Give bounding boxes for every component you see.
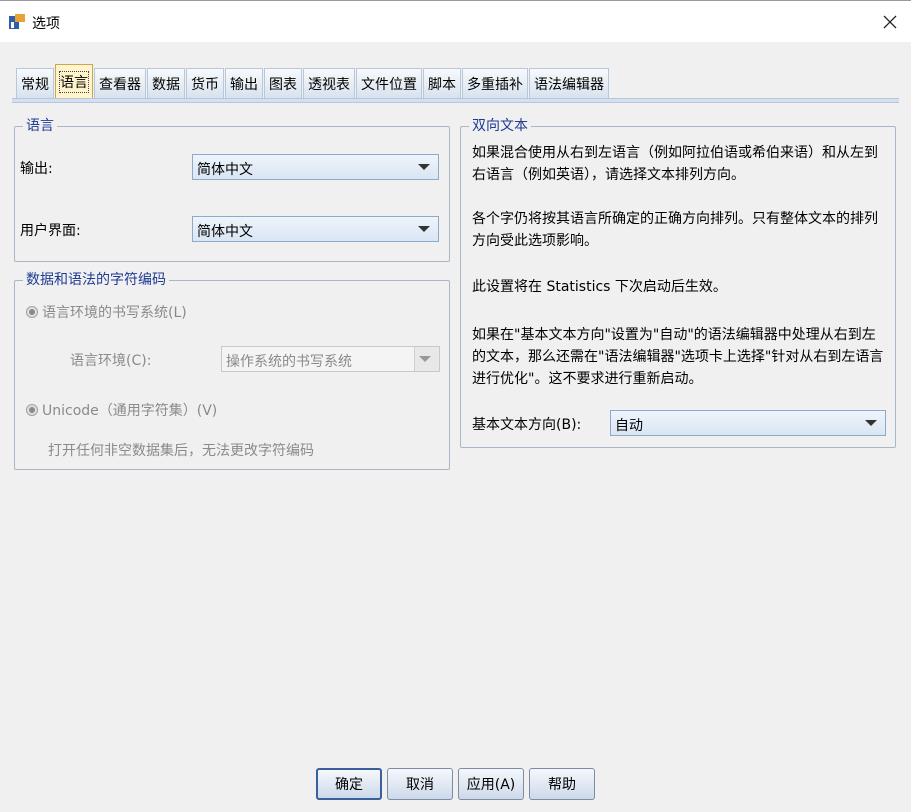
output-language-select[interactable]: 简体中文 — [192, 154, 439, 180]
ok-label: 确定 — [335, 777, 363, 793]
tab-label: 文件位置 — [361, 76, 417, 93]
bidi-paragraph-1: 如果混合使用从右到左语言（例如阿拉伯语或希伯来语）和从左到右语言（例如英语），请… — [472, 145, 878, 183]
apply-label: 应用(A) — [466, 777, 516, 793]
cancel-label: 取消 — [406, 777, 434, 793]
bidi-group-legend: 双向文本 — [469, 118, 531, 134]
tab-label: 数据 — [152, 76, 180, 93]
dialog-body: 常规 语言 查看器 数据 货币 输出 图表 透视表 文件位置 脚本 多重插补 语… — [0, 42, 911, 812]
tab-language[interactable]: 语言 — [55, 64, 93, 98]
bidi-paragraph-2: 各个字仍将按其语言所确定的正确方向排列。只有整体文本的排列方向受此选项影响。 — [472, 211, 878, 249]
tab-label: 多重插补 — [467, 76, 523, 93]
tab-label: 语法编辑器 — [534, 76, 604, 93]
tab-label: 查看器 — [99, 76, 141, 93]
ok-button[interactable]: 确定 — [316, 768, 382, 800]
tab-strip: 常规 语言 查看器 数据 货币 输出 图表 透视表 文件位置 脚本 多重插补 语… — [16, 62, 610, 98]
close-icon — [883, 15, 897, 29]
tab-charts[interactable]: 图表 — [264, 68, 302, 98]
help-button[interactable]: 帮助 — [529, 768, 595, 800]
tab-general[interactable]: 常规 — [16, 68, 54, 98]
ui-language-value: 简体中文 — [197, 224, 253, 240]
locale-label: 语言环境(C): — [70, 353, 152, 369]
encoding-group-legend: 数据和语法的字符编码 — [23, 272, 169, 288]
locale-select[interactable]: 操作系统的书写系统 — [221, 346, 440, 372]
unicode-radio[interactable]: Unicode（通用字符集）(V) — [26, 400, 217, 420]
ui-language-select[interactable]: 简体中文 — [192, 216, 439, 242]
locale-radio-label: 语言环境的书写系统(L) — [42, 305, 187, 321]
chevron-down-icon — [418, 226, 430, 232]
tab-output[interactable]: 输出 — [225, 68, 263, 98]
help-label: 帮助 — [548, 777, 576, 793]
tab-syntax-editor[interactable]: 语法编辑器 — [529, 68, 609, 98]
chevron-down-icon — [418, 164, 430, 170]
apply-button[interactable]: 应用(A) — [458, 768, 524, 800]
locale-writing-system-radio[interactable]: 语言环境的书写系统(L) — [26, 302, 187, 322]
radio-icon — [26, 306, 38, 318]
base-direction-value: 自动 — [615, 418, 643, 434]
tab-currency[interactable]: 货币 — [186, 68, 224, 98]
tab-label: 常规 — [21, 76, 49, 93]
tab-scripts[interactable]: 脚本 — [423, 68, 461, 98]
tab-label: 脚本 — [428, 76, 456, 93]
tab-label: 货币 — [191, 76, 219, 93]
tab-label: 图表 — [269, 76, 297, 93]
output-language-value: 简体中文 — [197, 162, 253, 178]
tab-data[interactable]: 数据 — [147, 68, 185, 98]
base-direction-label: 基本文本方向(B): — [472, 417, 582, 433]
cancel-button[interactable]: 取消 — [387, 768, 453, 800]
ui-label: 用户界面: — [20, 223, 81, 239]
base-direction-select[interactable]: 自动 — [610, 410, 886, 436]
tab-pivot-tables[interactable]: 透视表 — [303, 68, 355, 98]
tab-viewer[interactable]: 查看器 — [94, 68, 146, 98]
chevron-down-icon — [865, 420, 877, 426]
tab-file-locations[interactable]: 文件位置 — [356, 68, 422, 98]
bidi-paragraph-3: 此设置将在 Statistics 下次启动后生效。 — [472, 279, 727, 295]
tab-underline — [12, 98, 899, 103]
chevron-down-icon — [419, 356, 431, 362]
tab-label: 语言 — [59, 70, 89, 93]
radio-icon — [26, 404, 38, 416]
title-bar: 选项 — [0, 0, 911, 42]
bidi-paragraph-4: 如果在"基本文本方向"设置为"自动"的语法编辑器中处理从右到左的文本，那么还需在… — [472, 327, 884, 387]
encoding-note: 打开任何非空数据集后，无法更改字符编码 — [48, 443, 314, 459]
tab-label: 透视表 — [308, 76, 350, 93]
unicode-radio-label: Unicode（通用字符集）(V) — [42, 403, 218, 419]
tab-multiple-imputation[interactable]: 多重插补 — [462, 68, 528, 98]
close-button[interactable] — [879, 11, 901, 33]
locale-value: 操作系统的书写系统 — [226, 354, 352, 370]
language-group-legend: 语言 — [23, 118, 57, 134]
tab-label: 输出 — [230, 76, 258, 93]
app-icon — [8, 13, 26, 31]
output-label: 输出: — [20, 161, 53, 177]
window-title: 选项 — [32, 16, 60, 32]
